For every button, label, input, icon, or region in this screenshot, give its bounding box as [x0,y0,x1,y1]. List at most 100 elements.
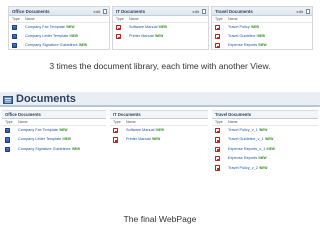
new-badge: !NEW [66,25,75,29]
list-item[interactable]: Travel Guideline_v_1!NEW [212,135,318,144]
webpart-header: IT Documents edit [113,7,208,16]
new-badge: !NEW [258,165,268,170]
list-item[interactable]: Software Manual!NEW [110,126,208,135]
list-item[interactable]: Expense Reports!NEW [212,154,318,163]
select-checkbox[interactable] [102,9,107,14]
document-link[interactable]: Software Manual!NEW [129,23,167,32]
new-badge: !NEW [250,25,260,29]
column-type-header[interactable]: Type [12,16,20,23]
list-item[interactable]: Expense Reports!NEW [212,41,312,49]
list-item[interactable]: Printer Manual!NEW [113,32,208,41]
document-link[interactable]: Software Manual!NEW [126,126,164,135]
list-item[interactable]: Printer Manual!NEW [110,135,208,144]
new-badge: !NEW [266,146,275,151]
word-doc-icon [12,33,17,40]
list-item[interactable]: Company Signature Guidelines!NEW [9,41,109,49]
column-header-row: Type Name [110,119,208,126]
document-link[interactable]: Company Signature Guidelines!NEW [25,41,87,49]
new-badge: !NEW [71,146,81,151]
webpart-header: Office Documents edit [9,7,109,16]
pdf-icon [215,137,220,143]
column-name-header[interactable]: Name [228,16,238,23]
column-header-row: Type Name [212,119,318,126]
new-badge: !NEW [264,137,274,142]
column-header-row: Type Name [9,16,109,23]
document-link[interactable]: Company Fax Template!NEW [18,126,68,135]
column-name-header[interactable]: Name [25,16,35,23]
travel-documents-pane: Travel Documents Type Name Travel Policy… [212,110,318,200]
column-name-header[interactable]: Name [228,119,238,126]
new-badge: !NEW [62,137,71,142]
column-header-row: Type Name [2,119,106,126]
travel-documents-webpart: Travel Documents edit Type Name Travel P… [211,6,313,50]
document-link[interactable]: Travel Policy_v_2!NEW [228,164,267,173]
pane-title: Travel Documents [212,111,318,119]
document-link[interactable]: Expense Reports_v_1!NEW [228,145,275,154]
pdf-icon [116,24,121,31]
list-item[interactable]: Travel Policy_v_1!NEW [212,126,318,135]
pdf-icon [113,127,118,134]
document-link[interactable]: Travel Guideline_v_1!NEW [228,135,273,144]
it-documents-pane: IT Documents Type Name Software Manual!N… [110,110,208,200]
column-name-header[interactable]: Name [129,16,139,23]
list-item[interactable]: Travel Policy_v_2!NEW [212,164,318,173]
new-badge: !NEW [151,137,161,142]
document-link[interactable]: Travel Policy!NEW [228,23,259,32]
column-type-header[interactable]: Type [113,119,121,126]
document-link[interactable]: Expense Reports!NEW [228,41,267,49]
word-doc-icon [5,146,10,152]
document-link[interactable]: Travel Guideline!NEW [228,32,265,41]
document-link[interactable]: Company Signature Guidelines!NEW [18,145,80,154]
list-item[interactable]: Company Signature Guidelines!NEW [2,145,106,154]
list-item[interactable]: Travel Policy!NEW [212,23,312,32]
document-link[interactable]: Printer Manual!NEW [129,32,163,41]
column-type-header[interactable]: Type [116,16,124,23]
final-webpage-screenshot: Documents Office Documents Type Name Com… [0,92,320,204]
document-link[interactable]: Travel Policy_v_1!NEW [228,126,267,135]
new-badge: !NEW [158,25,168,29]
new-badge: !NEW [154,34,164,38]
list-item[interactable]: Software Manual!NEW [113,23,208,32]
pdf-icon [113,137,118,143]
column-type-header[interactable]: Type [215,16,223,23]
webpart-title: Travel Documents [215,9,253,14]
column-type-header[interactable]: Type [215,119,223,126]
office-documents-webpart: Office Documents edit Type Name Company … [8,6,110,50]
webpart-header: Travel Documents edit [212,7,312,16]
new-badge: !NEW [258,43,267,47]
caption-final-webpage: The final WebPage [123,214,197,224]
page-title-bar: Documents [0,92,320,107]
document-link[interactable]: Expense Reports!NEW [228,154,267,163]
column-name-header[interactable]: Name [18,119,28,126]
column-type-header[interactable]: Type [5,119,13,126]
column-name-header[interactable]: Name [126,119,136,126]
site-logo-icon [3,95,13,104]
select-checkbox[interactable] [201,9,206,14]
select-checkbox[interactable] [305,9,310,14]
page-title: Documents [16,93,76,105]
caption-views: 3 times the document library, each time … [49,61,271,71]
document-link[interactable]: Company Letter Template!NEW [25,32,78,41]
list-item[interactable]: Company Letter Template!NEW [2,135,106,144]
edit-menu-link[interactable]: edit [94,7,100,16]
list-item[interactable]: Company Fax Template!NEW [2,126,106,135]
list-item[interactable]: Expense Reports_v_1!NEW [212,145,318,154]
pdf-icon [215,146,220,152]
new-badge: !NEW [155,128,165,132]
pdf-icon [215,165,220,171]
webpart-title: IT Documents [116,9,146,14]
new-badge: !NEW [258,128,268,132]
list-item[interactable]: Travel Guideline!NEW [212,32,312,41]
edit-menu-link[interactable]: edit [193,7,199,16]
document-link[interactable]: Printer Manual!NEW [126,135,160,144]
webpart-title: Office Documents [12,9,50,14]
edit-menu-link[interactable]: edit [297,7,303,16]
new-badge: !NEW [59,128,68,132]
word-doc-icon [12,24,17,31]
document-link[interactable]: Company Fax Template!NEW [25,23,75,32]
document-link[interactable]: Company Letter Template!NEW [18,135,71,144]
pdf-icon [215,127,220,134]
list-item[interactable]: Company Fax Template!NEW [9,23,109,32]
list-item[interactable]: Company Letter Template!NEW [9,32,109,41]
pdf-icon [215,42,220,49]
